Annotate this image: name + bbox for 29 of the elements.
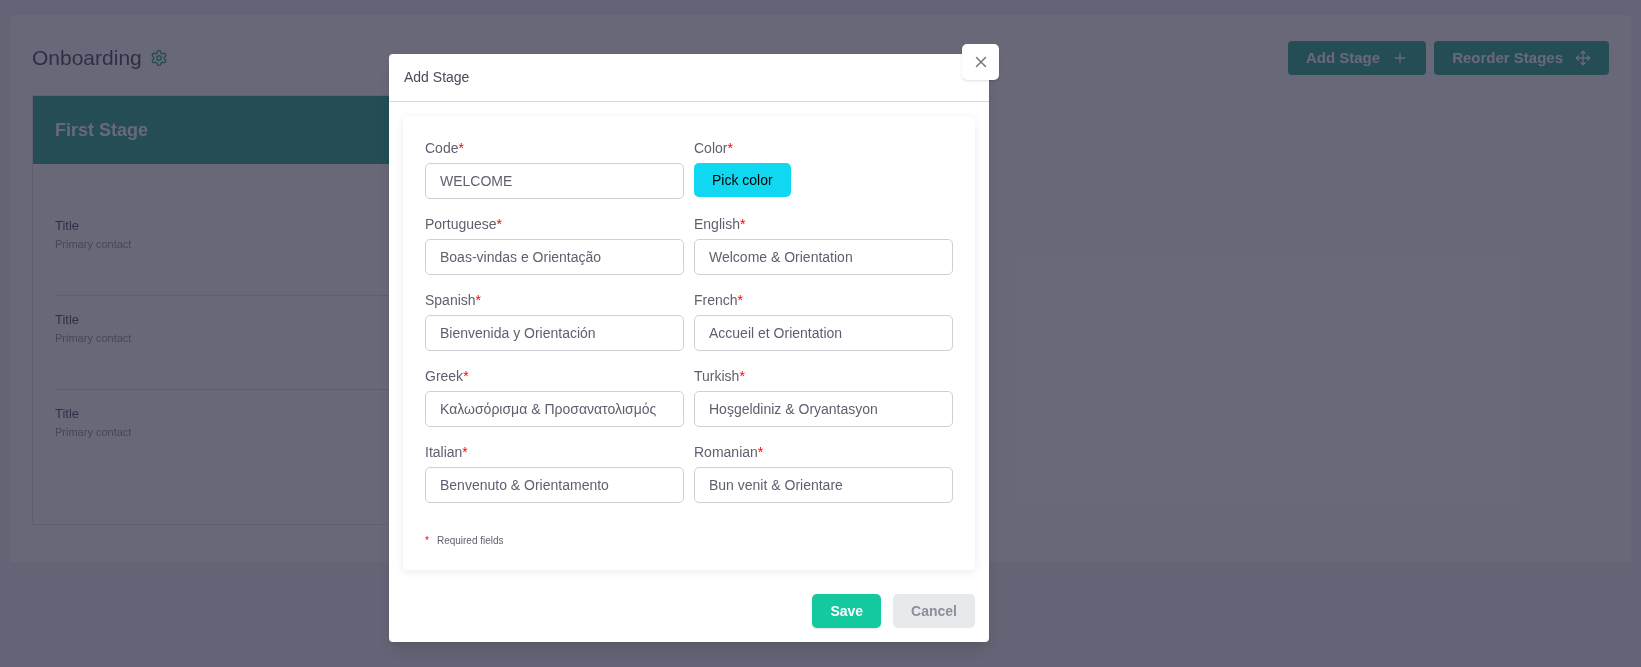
field-label: French*	[694, 291, 745, 310]
text-field[interactable]: Hoşgeldiniz & Oryantasyon	[694, 391, 953, 427]
dialog-title: Add Stage	[404, 68, 470, 87]
text-field[interactable]: Καλωσόρισμα & Προσανατολισμός	[425, 391, 684, 427]
text-field[interactable]: WELCOME	[425, 163, 684, 199]
text-field[interactable]: Welcome & Orientation	[694, 239, 953, 275]
field-label: Spanish*	[425, 291, 483, 310]
stage-title: First Stage	[55, 118, 149, 142]
required-mark: *	[425, 534, 429, 548]
text-field[interactable]: Boas-vindas e Orientação	[425, 239, 684, 275]
field-label: Code*	[425, 139, 465, 158]
field-label: Italian*	[425, 443, 469, 462]
field-label: Portuguese*	[425, 215, 504, 234]
pick-color-button[interactable]: Pick color	[694, 163, 791, 197]
field-label: Greek*	[425, 367, 470, 386]
required-note: Required fields	[436, 534, 504, 548]
field-label: Color*	[694, 139, 734, 158]
text-field[interactable]: Bun venit & Orientare	[694, 467, 953, 503]
item-title: Title	[55, 405, 81, 423]
field-label: English*	[694, 215, 747, 234]
item-title: Title	[55, 311, 81, 329]
text-field[interactable]: Accueil et Orientation	[694, 315, 953, 351]
item-title: Title	[55, 217, 81, 235]
field-label: Romanian*	[694, 443, 765, 462]
close-button[interactable]	[962, 44, 999, 80]
text-field[interactable]: Benvenuto & Orientamento	[425, 467, 684, 503]
text-field[interactable]: Bienvenida y Orientación	[425, 315, 684, 351]
page-title: Onboarding	[32, 45, 142, 72]
field-label: Turkish*	[694, 367, 746, 386]
